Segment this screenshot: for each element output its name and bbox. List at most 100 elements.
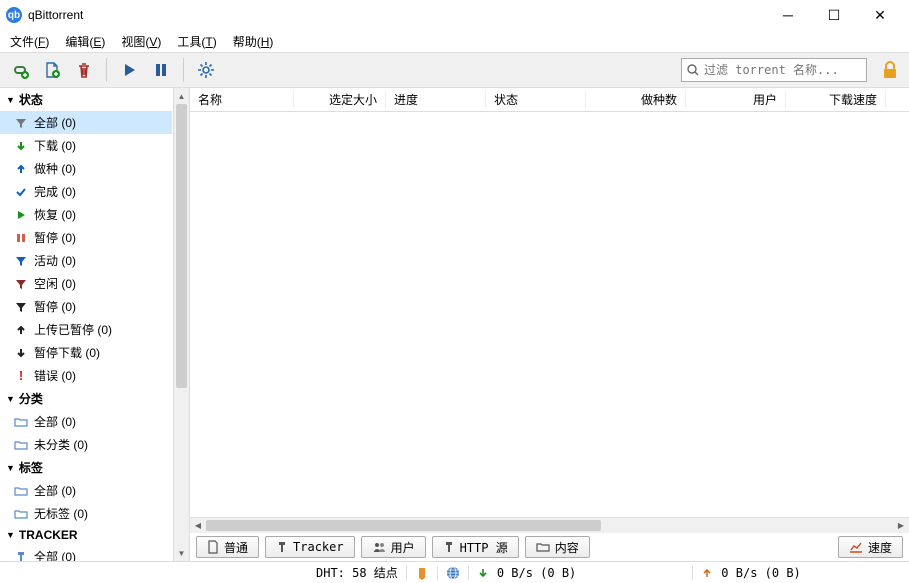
sidebar-item[interactable]: !错误 (0) — [0, 364, 172, 387]
up-icon — [14, 163, 28, 175]
scroll-down-icon[interactable]: ▼ — [174, 545, 189, 561]
chevron-down-icon: ▼ — [6, 463, 15, 473]
sidebar-item[interactable]: 全部 (0) — [0, 410, 172, 433]
globe-icon[interactable] — [446, 566, 460, 580]
menu-item-0[interactable]: 文件(F) — [2, 31, 57, 52]
sidebar-item[interactable]: 全部 (0) — [0, 545, 172, 561]
sidebar-scrollbar[interactable]: ▲ ▼ — [173, 88, 189, 561]
sidebar-item-label: 活动 (0) — [34, 252, 76, 269]
search-icon — [686, 63, 700, 77]
sidebar-item[interactable]: 恢复 (0) — [0, 203, 172, 226]
sidebar-item-label: 全部 (0) — [34, 413, 76, 430]
firewall-icon — [415, 566, 429, 580]
table-header: 名称选定大小进度状态做种数用户下载速度 — [190, 88, 909, 112]
menu-item-1[interactable]: 编辑(E) — [57, 31, 113, 52]
scrollbar-thumb[interactable] — [206, 520, 601, 531]
detail-tab-3[interactable]: HTTP 源 — [432, 536, 519, 558]
detail-tab-1[interactable]: Tracker — [265, 536, 355, 558]
up-icon — [14, 324, 28, 336]
sidebar-item-label: 暂停 (0) — [34, 229, 76, 246]
sidebar-item[interactable]: 做种 (0) — [0, 157, 172, 180]
sidebar-item-label: 做种 (0) — [34, 160, 76, 177]
scroll-up-icon[interactable]: ▲ — [174, 88, 189, 104]
scrollbar-thumb[interactable] — [176, 104, 187, 388]
column-header[interactable]: 状态 — [486, 91, 586, 108]
delete-button[interactable] — [70, 56, 98, 84]
detail-tab-2[interactable]: 用户 — [361, 536, 426, 558]
filter-icon — [14, 278, 28, 290]
column-header[interactable]: 做种数 — [586, 91, 686, 108]
menubar: 文件(F)编辑(E)视图(V)工具(T)帮助(H) — [0, 30, 909, 52]
sidebar-item[interactable]: 完成 (0) — [0, 180, 172, 203]
horizontal-scrollbar[interactable]: ◀ ▶ — [190, 517, 909, 533]
sidebar-item-label: 全部 (0) — [34, 114, 76, 131]
settings-button[interactable] — [192, 56, 220, 84]
up-arrow-icon — [701, 567, 713, 579]
column-header[interactable]: 进度 — [386, 91, 486, 108]
sidebar-section-2[interactable]: ▼标签 — [0, 456, 172, 479]
statusbar: DHT: 58 结点 0 B/s (0 B) 0 B/s (0 B) — [0, 561, 909, 583]
sidebar-section-3[interactable]: ▼TRACKER — [0, 525, 172, 545]
add-file-button[interactable] — [38, 56, 66, 84]
folder-icon — [14, 439, 28, 451]
sidebar-item[interactable]: 上传已暂停 (0) — [0, 318, 172, 341]
detail-tab-0[interactable]: 普通 — [196, 536, 259, 558]
down-icon — [14, 140, 28, 152]
users-icon — [372, 541, 386, 553]
speed-tab[interactable]: 速度 — [838, 536, 903, 558]
sidebar-item[interactable]: 空闲 (0) — [0, 272, 172, 295]
sidebar-item[interactable]: 无标签 (0) — [0, 502, 172, 525]
sidebar-section-1[interactable]: ▼分类 — [0, 387, 172, 410]
content-area: 名称选定大小进度状态做种数用户下载速度 ◀ ▶ 普通Tracker用户HTTP … — [190, 88, 909, 561]
doc-icon — [207, 540, 219, 554]
scroll-left-icon[interactable]: ◀ — [190, 518, 206, 533]
dht-status: DHT: 58 结点 — [316, 564, 398, 581]
folder-icon — [14, 485, 28, 497]
table-body — [190, 112, 909, 517]
sidebar-item-label: 全部 (0) — [34, 548, 76, 561]
maximize-button[interactable]: ☐ — [811, 0, 857, 30]
tab-label: HTTP 源 — [460, 539, 508, 556]
menu-item-2[interactable]: 视图(V) — [113, 31, 169, 52]
sidebar-item[interactable]: 活动 (0) — [0, 249, 172, 272]
folder-icon — [14, 416, 28, 428]
sidebar-item[interactable]: 未分类 (0) — [0, 433, 172, 456]
lock-icon[interactable] — [879, 60, 899, 80]
sidebar-section-0[interactable]: ▼状态 — [0, 88, 172, 111]
menu-item-3[interactable]: 工具(T) — [169, 31, 224, 52]
search-box[interactable] — [681, 58, 867, 82]
sidebar-item-label: 全部 (0) — [34, 482, 76, 499]
pause-button[interactable] — [147, 56, 175, 84]
sidebar-item[interactable]: 全部 (0) — [0, 111, 172, 134]
filter-icon — [14, 301, 28, 313]
close-button[interactable]: ✕ — [857, 0, 903, 30]
scroll-right-icon[interactable]: ▶ — [893, 518, 909, 533]
chart-icon — [849, 541, 863, 553]
add-link-button[interactable] — [6, 56, 34, 84]
search-input[interactable] — [704, 63, 862, 77]
sidebar-item[interactable]: 全部 (0) — [0, 479, 172, 502]
sidebar-item-label: 下载 (0) — [34, 137, 76, 154]
sidebar-item[interactable]: 暂停下载 (0) — [0, 341, 172, 364]
toolbar — [0, 52, 909, 88]
column-header[interactable]: 选定大小 — [294, 91, 386, 108]
column-header[interactable]: 用户 — [686, 91, 786, 108]
down-arrow-icon — [477, 567, 489, 579]
sidebar-item[interactable]: 暂停 (0) — [0, 295, 172, 318]
sidebar-item[interactable]: 下载 (0) — [0, 134, 172, 157]
detail-tab-4[interactable]: 内容 — [525, 536, 590, 558]
tab-label: 用户 — [391, 539, 415, 556]
chevron-down-icon: ▼ — [6, 95, 15, 105]
column-header[interactable]: 名称 — [190, 91, 294, 108]
sidebar-item-label: 错误 (0) — [34, 367, 76, 384]
sidebar-item[interactable]: 暂停 (0) — [0, 226, 172, 249]
minimize-button[interactable]: ─ — [765, 0, 811, 30]
toolbar-separator — [183, 58, 184, 82]
upload-speed: 0 B/s (0 B) — [721, 566, 800, 580]
play-icon — [14, 209, 28, 221]
column-header[interactable]: 下载速度 — [786, 91, 886, 108]
filter-icon — [14, 255, 28, 267]
resume-button[interactable] — [115, 56, 143, 84]
tag-icon — [276, 541, 288, 553]
menu-item-4[interactable]: 帮助(H) — [225, 31, 282, 52]
